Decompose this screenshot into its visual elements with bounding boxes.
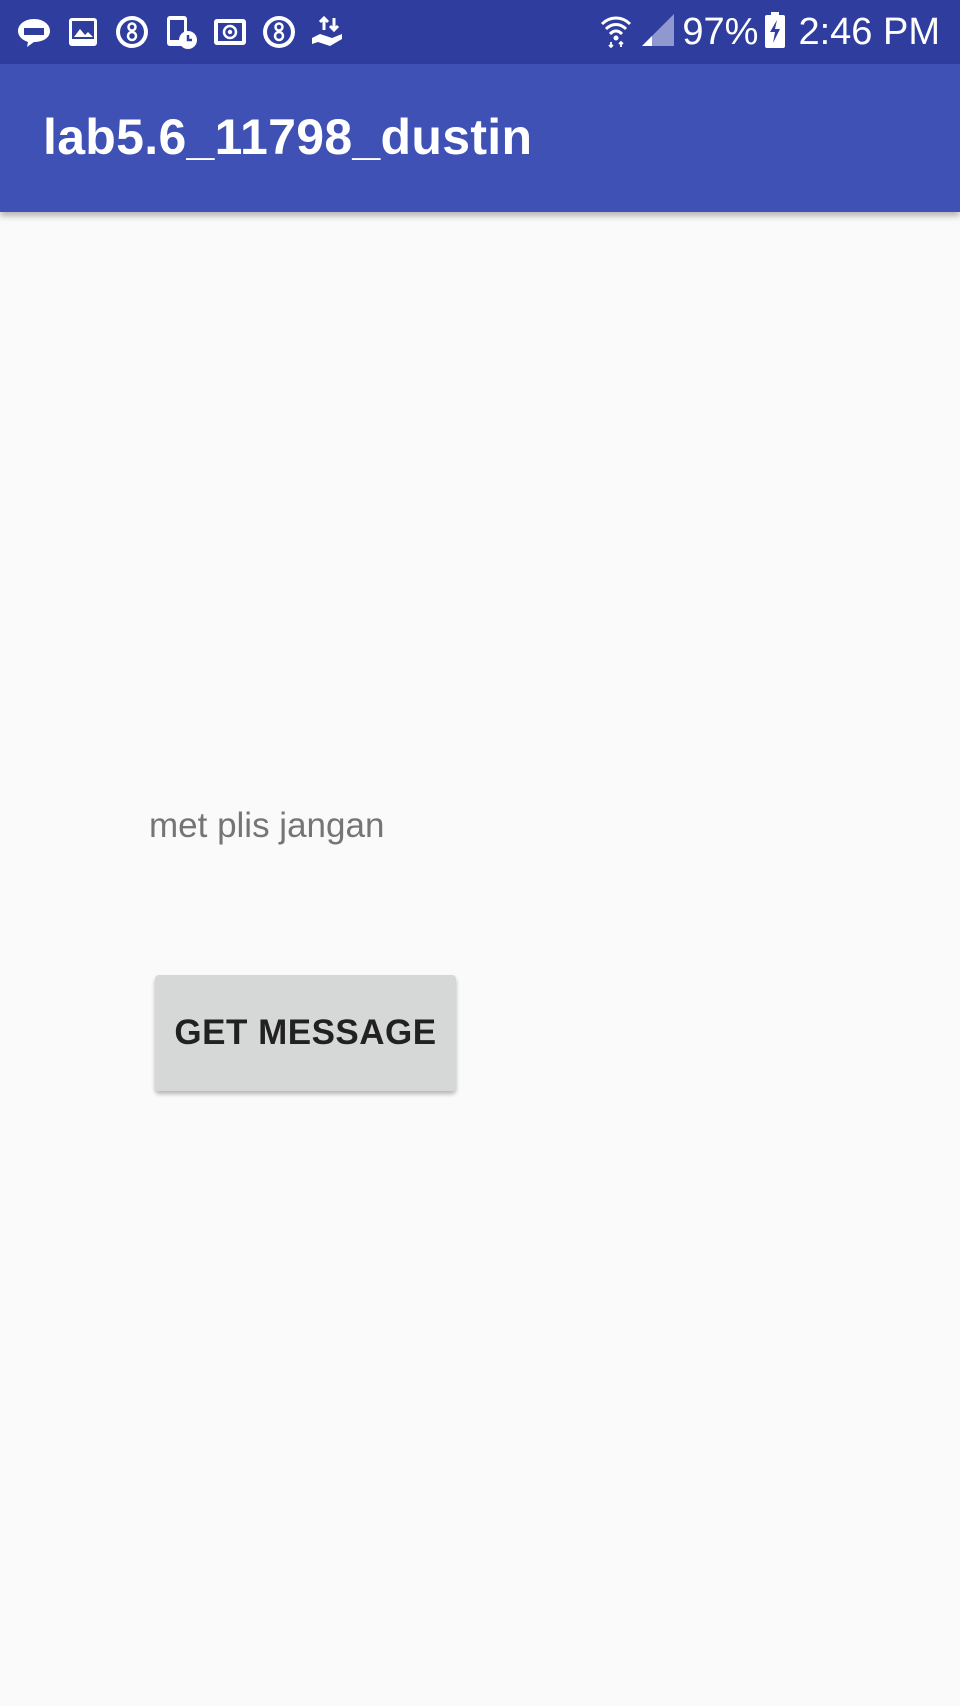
- phone-clock-icon: [163, 14, 199, 50]
- status-bar: 97% 2:46 PM: [0, 0, 960, 64]
- get-message-button[interactable]: GET MESSAGE: [155, 975, 456, 1091]
- circled-8-icon: [261, 14, 297, 50]
- circled-8-icon: [114, 14, 150, 50]
- signal-strength-icon: [640, 12, 676, 53]
- screencast-at-icon: [212, 14, 248, 50]
- clock: 2:46 PM: [798, 10, 940, 53]
- hand-transfer-icon: [310, 14, 346, 50]
- notification-icons: [16, 14, 346, 50]
- wifi-icon: [598, 12, 634, 53]
- image-icon: [65, 14, 101, 50]
- line-app-icon: [16, 14, 52, 50]
- message-text: met plis jangan: [149, 806, 385, 845]
- battery-percent: 97%: [682, 10, 759, 53]
- app-bar: lab5.6_11798_dustin: [0, 64, 960, 212]
- page-title: lab5.6_11798_dustin: [43, 109, 533, 165]
- system-status: 97% 2:46 PM: [598, 0, 940, 64]
- battery-charging-icon: [764, 11, 786, 54]
